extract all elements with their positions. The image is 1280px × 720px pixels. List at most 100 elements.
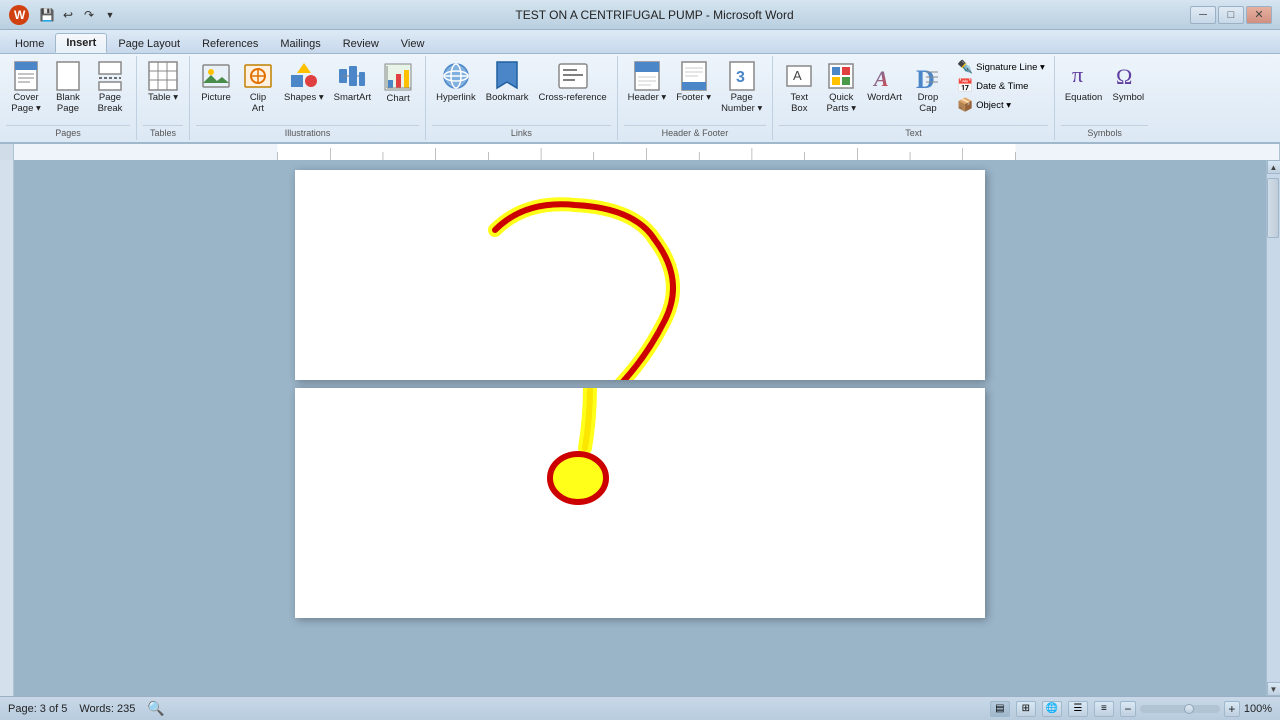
ribbon: CoverPage ▾ BlankPage PageBreak Pages [0,54,1280,144]
page-drawing-top [295,170,985,380]
cover-page-button[interactable]: CoverPage ▾ [6,58,46,117]
shapes-button[interactable]: Shapes ▾ [280,58,328,105]
scroll-down-button[interactable]: ▼ [1267,682,1280,696]
clip-art-icon [242,60,274,92]
date-time-icon: 📅 [957,78,973,94]
cross-reference-icon [557,60,589,92]
symbol-button[interactable]: Ω Symbol [1108,58,1148,105]
bookmark-button[interactable]: Bookmark [482,58,533,105]
object-button[interactable]: 📦 Object ▾ [954,96,1014,114]
chart-button[interactable]: Chart [377,58,419,107]
picture-icon [200,60,232,92]
cross-reference-button[interactable]: Cross-reference [535,58,611,105]
save-quick-btn[interactable]: 💾 [38,6,56,24]
symbols-group-content: π Equation Ω Symbol [1061,58,1149,123]
bookmark-icon [491,60,523,92]
web-layout-view-button[interactable]: 🌐 [1042,701,1062,717]
drop-cap-button[interactable]: D DropCap [908,58,948,117]
pages-group-content: CoverPage ▾ BlankPage PageBreak [6,58,130,123]
page-break-button[interactable]: PageBreak [90,58,130,117]
ruler-area [0,144,1280,160]
tables-group-content: Table ▾ [143,58,183,123]
tab-insert[interactable]: Insert [55,33,107,53]
footer-label: Footer ▾ [676,92,711,103]
page-number-button[interactable]: 3 PageNumber ▾ [717,58,766,117]
smartart-button[interactable]: SmartArt [330,58,375,105]
blank-page-label: BlankPage [56,92,80,115]
svg-text:A: A [872,66,889,91]
page-break-icon [94,60,126,92]
scroll-track[interactable] [1267,174,1280,682]
office-logo-icon: W [8,4,30,26]
clip-art-button[interactable]: ClipArt [238,58,278,117]
redo-quick-btn[interactable]: ↷ [80,6,98,24]
picture-label: Picture [201,92,231,103]
quick-parts-button[interactable]: QuickParts ▾ [821,58,861,117]
table-button[interactable]: Table ▾ [143,58,183,105]
ruler-corner [0,144,14,160]
ribbon-group-tables: Table ▾ Tables [137,56,190,140]
text-box-icon: A [783,60,815,92]
wordart-icon: A [869,60,901,92]
full-screen-view-button[interactable]: ⊞ [1016,701,1036,717]
text-box-label: TextBox [791,92,808,115]
blank-page-icon [52,60,84,92]
date-time-button[interactable]: 📅 Date & Time [954,77,1031,95]
svg-text:D: D [916,65,935,92]
clip-art-label: ClipArt [250,92,266,115]
zoom-thumb[interactable] [1184,704,1194,714]
page-break-label: PageBreak [98,92,123,115]
header-label: Header ▾ [628,92,667,103]
quick-access-more-btn[interactable]: ▼ [101,6,119,24]
print-layout-view-button[interactable]: ▤ [990,701,1010,717]
page-info: Page: 3 of 5 [8,703,67,715]
scroll-thumb[interactable] [1267,178,1279,238]
blank-page-button[interactable]: BlankPage [48,58,88,117]
undo-quick-btn[interactable]: ↩ [59,6,77,24]
tab-view[interactable]: View [390,33,436,53]
equation-button[interactable]: π Equation [1061,58,1107,105]
symbol-icon: Ω [1112,60,1144,92]
bookmark-label: Bookmark [486,92,529,103]
wordart-button[interactable]: A WordArt [863,58,906,105]
quick-parts-label: QuickParts ▾ [826,92,856,115]
zoom-in-button[interactable]: + [1224,701,1240,717]
ribbon-group-illustrations: Picture ClipArt Shapes ▾ SmartArt [190,56,426,140]
minimize-button[interactable]: ─ [1190,6,1216,24]
smartart-label: SmartArt [334,92,371,103]
ribbon-group-links: Hyperlink Bookmark Cross-reference Links [426,56,617,140]
tab-review[interactable]: Review [332,33,390,53]
close-button[interactable]: ✕ [1246,6,1272,24]
signature-line-button[interactable]: ✒️ Signature Line ▾ [954,58,1048,76]
tab-home[interactable]: Home [4,33,55,53]
picture-button[interactable]: Picture [196,58,236,105]
hyperlink-button[interactable]: Hyperlink [432,58,480,105]
footer-button[interactable]: Footer ▾ [672,58,715,105]
text-box-button[interactable]: A TextBox [779,58,819,117]
zoom-slider[interactable] [1140,705,1220,713]
vertical-scrollbar[interactable]: ▲ ▼ [1266,160,1280,696]
svg-text:W: W [14,8,26,22]
header-footer-group-label: Header & Footer [624,125,767,138]
tab-references[interactable]: References [191,33,269,53]
maximize-button[interactable]: □ [1218,6,1244,24]
object-icon: 📦 [957,97,973,113]
footer-icon [678,60,710,92]
tab-mailings[interactable]: Mailings [269,33,331,53]
shapes-icon [288,60,320,92]
signature-line-label: Signature Line ▾ [976,62,1045,73]
document-scroll[interactable] [14,160,1266,696]
tables-group-label: Tables [143,125,183,138]
chart-icon [382,61,414,93]
smartart-icon [336,60,368,92]
zoom-out-button[interactable]: − [1120,701,1136,717]
hyperlink-label: Hyperlink [436,92,476,103]
draft-view-button[interactable]: ≡ [1094,701,1114,717]
header-button[interactable]: Header ▾ [624,58,671,105]
scroll-up-button[interactable]: ▲ [1267,160,1280,174]
cross-reference-label: Cross-reference [539,92,607,103]
title-bar-left: W 💾 ↩ ↷ ▼ [8,4,119,26]
tab-page-layout[interactable]: Page Layout [107,33,191,53]
object-label: Object ▾ [976,100,1011,111]
outline-view-button[interactable]: ☰ [1068,701,1088,717]
